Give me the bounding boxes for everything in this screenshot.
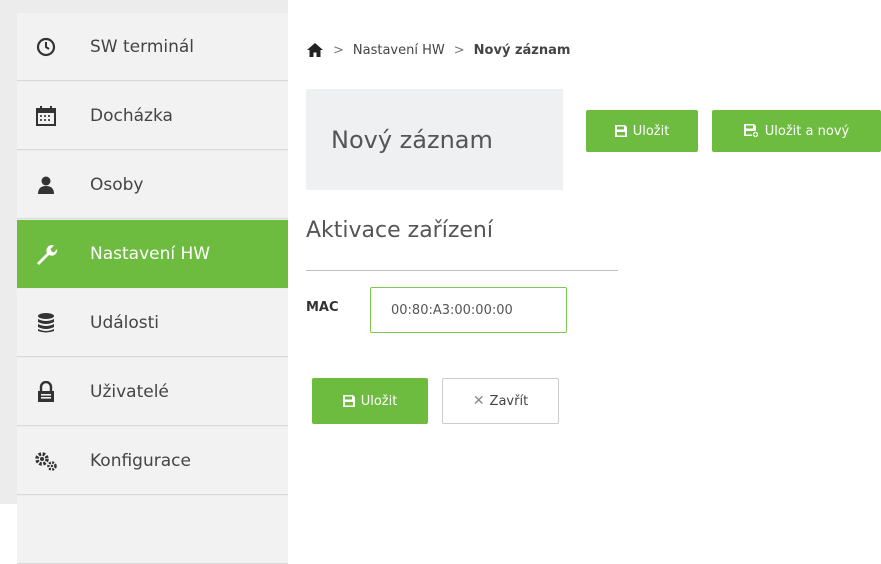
sidebar-item-dochazka[interactable]: Docházka (17, 82, 288, 150)
user-icon (33, 172, 59, 198)
sidebar-item-sw-terminal[interactable]: SW terminál (17, 13, 288, 81)
save-and-new-button-label: Uložit a nový (764, 123, 850, 139)
section-title: Aktivace zařízení (306, 218, 493, 243)
divider (306, 270, 618, 271)
sidebar-item-label: SW terminál (90, 36, 195, 57)
sidebar-item-label: Nastavení HW (90, 243, 211, 264)
mac-input[interactable] (370, 287, 567, 333)
sidebar-item-label: Konfigurace (90, 450, 191, 471)
close-button-label: Zavřít (489, 393, 529, 409)
mac-label: MAC (306, 300, 339, 315)
breadcrumb-separator: > (453, 42, 465, 58)
sidebar-item-label: Osoby (90, 174, 144, 195)
save-button[interactable]: Uložit (586, 110, 698, 152)
footer-save-button[interactable]: Uložit (312, 378, 428, 424)
sidebar-item-osoby[interactable]: Osoby (17, 151, 288, 219)
calendar-icon (33, 103, 59, 129)
page-title-box: Nový záznam (306, 89, 563, 190)
breadcrumb-separator: > (333, 42, 344, 58)
save-button-label: Uložit (632, 123, 670, 139)
cogs-icon (33, 448, 59, 474)
sidebar-item-label: Docházka (90, 105, 173, 126)
save-icon (614, 125, 627, 137)
save-new-icon (743, 124, 759, 138)
close-icon: ✕ (472, 393, 485, 409)
page-title: Nový záznam (331, 126, 493, 154)
sidebar-item-konfigurace[interactable]: Konfigurace (17, 427, 288, 495)
sidebar-item-label: Události (90, 312, 160, 333)
save-and-new-button[interactable]: Uložit a nový (712, 110, 881, 152)
home-icon[interactable] (306, 42, 324, 58)
clock-icon (33, 34, 59, 60)
wrench-icon (33, 241, 59, 267)
breadcrumb-link-nastaveni-hw[interactable]: Nastavení HW (353, 43, 445, 58)
sidebar-item-nastaveni-hw[interactable]: Nastavení HW (17, 220, 288, 288)
breadcrumb-current: Nový záznam (473, 42, 571, 58)
sidebar-item-more[interactable] (17, 496, 288, 564)
database-icon (33, 310, 59, 336)
breadcrumb: > Nastavení HW > Nový záznam (306, 40, 570, 60)
lock-icon (33, 379, 59, 405)
close-button[interactable]: ✕ Zavřít (442, 378, 559, 424)
sidebar-item-udalosti[interactable]: Události (17, 289, 288, 357)
sidebar-item-label: Uživatelé (90, 381, 169, 402)
sidebar-item-uzivatele[interactable]: Uživatelé (17, 358, 288, 426)
save-icon (342, 395, 355, 407)
sidebar: SW terminál Docházka Osoby Nastavení HW … (0, 0, 288, 564)
footer-save-button-label: Uložit (360, 393, 398, 409)
